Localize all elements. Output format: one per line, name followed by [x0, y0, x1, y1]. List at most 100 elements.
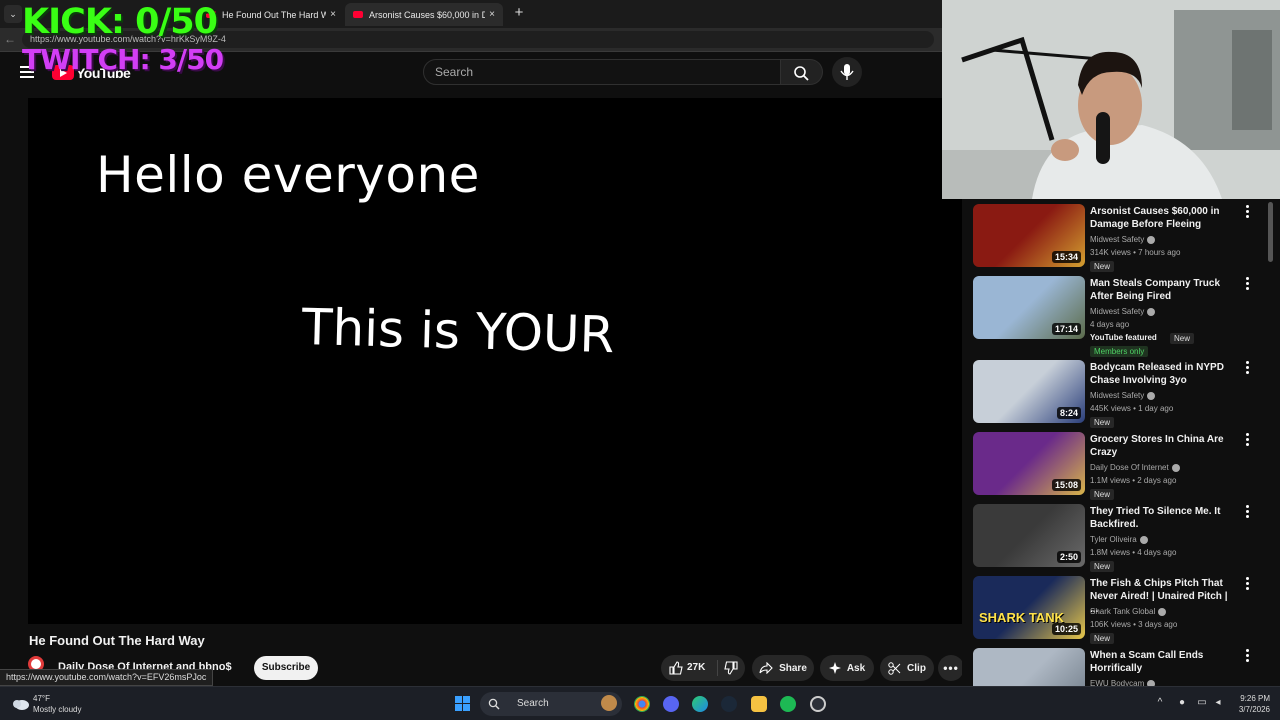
video-duration: 17:14 [1051, 323, 1081, 335]
recommendation-channel[interactable]: Shark Tank Global [1090, 607, 1167, 616]
more-vertical-icon[interactable] [1244, 649, 1250, 663]
video-thumbnail[interactable]: 8:24 [973, 360, 1085, 423]
microphone-tray-icon[interactable]: ● [1176, 697, 1188, 709]
more-vertical-icon[interactable] [1244, 277, 1250, 291]
recommendation-title[interactable]: Grocery Stores In China Are Crazy [1090, 433, 1230, 459]
recommendation-title[interactable]: Bodycam Released in NYPD Chase Involving… [1090, 361, 1230, 387]
video-thumbnail[interactable]: 2:50 [973, 504, 1085, 567]
video-player[interactable]: Hello everyone This is YOUR [28, 98, 962, 624]
sidebar-scrollbar[interactable] [1268, 202, 1273, 262]
recommendations-sidebar: 15:34 Arsonist Causes $60,000 in Damage B… [962, 199, 1280, 686]
recommendation-channel[interactable]: Daily Dose Of Internet [1090, 463, 1180, 472]
network-icon[interactable]: ▭ [1196, 697, 1208, 709]
more-vertical-icon[interactable] [1244, 433, 1250, 447]
verified-icon [1147, 235, 1156, 244]
recommendation-item[interactable]: SHARK TANK 10:25 The Fish & Chips Pitch Th… [973, 571, 1273, 644]
recommendation-meta: 106K views • 3 days ago [1090, 620, 1178, 629]
recommendation-channel[interactable]: Midwest Safety [1090, 391, 1156, 400]
youtube-favicon-icon [353, 11, 363, 18]
recommendation-item[interactable]: 15:08 Grocery Stores In China Are Crazy Da… [973, 427, 1273, 500]
video-duration: 10:25 [1051, 623, 1081, 635]
close-tab-icon[interactable]: × [489, 9, 495, 20]
tab-arsonist-video[interactable]: Arsonist Causes $60,000 in Damage × [345, 3, 503, 26]
tab-active-video[interactable]: He Found Out The Hard Way - YouTube × [198, 3, 344, 26]
recommendation-title[interactable]: They Tried To Silence Me. It Backfired. [1090, 505, 1230, 531]
more-actions-button[interactable]: ••• [938, 655, 964, 681]
chrome-icon[interactable] [634, 696, 650, 712]
share-button[interactable]: Share [752, 655, 814, 681]
status-bar-url: https://www.youtube.com/watch?v=EFV26msP… [0, 669, 214, 686]
more-vertical-icon[interactable] [1244, 577, 1250, 591]
like-count: 27K [687, 662, 706, 673]
recommendation-meta: 314K views • 7 hours ago [1090, 248, 1181, 257]
recommendation-title[interactable]: When a Scam Call Ends Horrifically [1090, 649, 1230, 675]
recommendation-channel[interactable]: Midwest Safety [1090, 235, 1156, 244]
video-thumbnail[interactable]: 15:34 [973, 204, 1085, 267]
video-caption-line-2: This is YOUR [301, 298, 616, 365]
volume-icon[interactable]: ◂ [1212, 697, 1224, 709]
search-input[interactable]: Search [423, 59, 781, 85]
video-thumbnail[interactable]: 15:08 [973, 432, 1085, 495]
video-thumbnail[interactable]: SHARK TANK 10:25 [973, 576, 1085, 639]
search-icon [794, 66, 809, 81]
dislike-button[interactable] [724, 661, 738, 678]
video-caption-line-1: Hello everyone [96, 146, 480, 204]
verified-icon [1147, 391, 1156, 400]
discord-icon[interactable] [663, 696, 679, 712]
edge-icon[interactable] [692, 696, 708, 712]
file-explorer-icon[interactable] [751, 696, 767, 712]
recommendation-channel[interactable]: Midwest Safety [1090, 307, 1156, 316]
recommendation-channel[interactable]: EWU Bodycam [1090, 679, 1156, 686]
weather-description[interactable]: Mostly cloudy [33, 705, 81, 714]
recommendation-item[interactable]: When a Scam Call Ends Horrifically EWU Bo… [973, 643, 1273, 686]
obs-icon[interactable] [810, 696, 826, 712]
thumbs-down-icon [724, 661, 738, 675]
search-button[interactable] [781, 59, 823, 85]
recommendation-item[interactable]: 17:14 Man Steals Company Truck After Bein… [973, 271, 1273, 357]
recommendation-meta: 4 days ago [1090, 320, 1130, 329]
more-vertical-icon[interactable] [1244, 505, 1250, 519]
voice-search-button[interactable] [832, 57, 862, 87]
recommendation-title[interactable]: Man Steals Company Truck After Being Fir… [1090, 277, 1230, 303]
more-vertical-icon[interactable] [1244, 361, 1250, 375]
video-title: He Found Out The Hard Way [29, 633, 205, 648]
cloud-moon-icon[interactable] [10, 695, 30, 711]
clip-label: Clip [907, 662, 926, 674]
back-arrow-icon[interactable]: ← [4, 32, 18, 46]
like-button[interactable] [669, 661, 683, 678]
webcam-person-image [942, 0, 1280, 199]
recommendation-item[interactable]: 2:50 They Tried To Silence Me. It Backfir… [973, 499, 1273, 572]
recommendation-title[interactable]: Arsonist Causes $60,000 in Damage Before… [1090, 205, 1230, 231]
search-highlight-icon[interactable] [601, 695, 617, 711]
clock-time[interactable]: 9:26 PM [1224, 694, 1270, 703]
tab-list-button[interactable]: ⌄ [4, 5, 22, 23]
more-vertical-icon[interactable] [1244, 205, 1250, 219]
clip-button[interactable]: Clip [880, 655, 934, 681]
spotify-icon[interactable] [780, 696, 796, 712]
steam-icon[interactable] [721, 696, 737, 712]
recommendation-item[interactable]: 15:34 Arsonist Causes $60,000 in Damage B… [973, 199, 1273, 272]
weather-temperature[interactable]: 47°F [33, 694, 50, 703]
recommendation-channel[interactable]: Tyler Oliveira [1090, 535, 1148, 544]
clock-date[interactable]: 3/7/2026 [1224, 705, 1270, 714]
new-tab-button[interactable]: + [510, 4, 528, 22]
channel-name: Tyler Oliveira [1090, 535, 1137, 544]
channel-name: Midwest Safety [1090, 391, 1145, 400]
recommendation-meta: 1.1M views • 2 days ago [1090, 476, 1177, 485]
channel-name: Shark Tank Global [1090, 607, 1156, 616]
thumbs-up-icon [669, 661, 683, 675]
ask-label: Ask [846, 662, 866, 674]
recommendation-item[interactable]: 8:24 Bodycam Released in NYPD Chase Invol… [973, 355, 1273, 428]
video-thumbnail[interactable] [973, 648, 1085, 686]
video-thumbnail[interactable]: 17:14 [973, 276, 1085, 339]
subscribe-button[interactable]: Subscribe [254, 656, 318, 680]
like-divider [717, 660, 718, 676]
video-duration: 8:24 [1056, 407, 1081, 419]
start-button[interactable] [455, 696, 470, 711]
twitch-goal-overlay: TWITCH: 3/50 [22, 43, 224, 76]
video-duration: 15:08 [1051, 479, 1081, 491]
ask-button[interactable]: Ask [820, 655, 874, 681]
kick-goal-overlay: KICK: 0/50 [22, 2, 218, 42]
tray-chevron-up-icon[interactable]: ^ [1154, 697, 1166, 709]
close-tab-icon[interactable]: × [330, 9, 336, 20]
